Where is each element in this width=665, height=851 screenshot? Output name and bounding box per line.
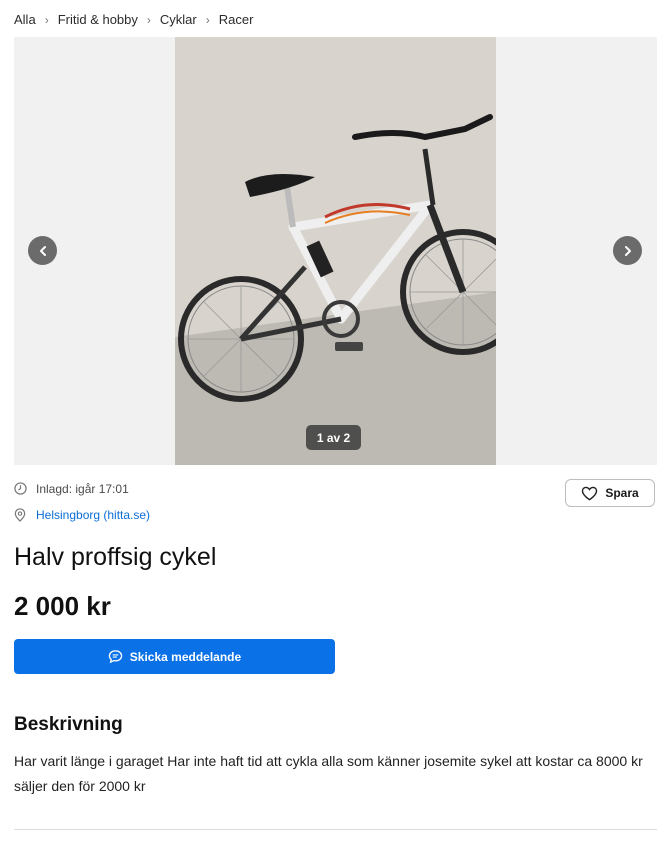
divider [14, 829, 657, 830]
chevron-right-icon [624, 245, 631, 256]
breadcrumb-item-alla[interactable]: Alla [14, 12, 36, 27]
description-heading: Beskrivning [14, 714, 123, 735]
location-link[interactable]: Helsingborg (hitta.se) [36, 508, 150, 522]
image-gallery: 1 av 2 [14, 37, 657, 465]
image-counter: 1 av 2 [306, 425, 361, 450]
location-info: Helsingborg (hitta.se) [14, 507, 150, 522]
breadcrumb-separator: › [44, 12, 49, 27]
save-button[interactable]: Spara [565, 479, 655, 507]
next-image-button[interactable] [613, 236, 642, 265]
location-pin-icon [14, 507, 29, 522]
listing-price: 2 000 kr [14, 591, 111, 621]
chat-bubble-icon [108, 650, 123, 664]
listing-photo[interactable] [175, 37, 496, 465]
listing-title: Halv proffsig cykel [14, 543, 217, 571]
heart-icon [582, 486, 598, 500]
breadcrumb-item-cyklar[interactable]: Cyklar [160, 12, 197, 27]
breadcrumb-item-racer[interactable]: Racer [219, 12, 254, 27]
description-text: Har varit länge i garaget Har inte haft … [14, 753, 643, 794]
breadcrumb-item-fritid-hobby[interactable]: Fritid & hobby [58, 12, 138, 27]
breadcrumb: Alla › Fritid & hobby › Cyklar › Racer [14, 12, 253, 27]
send-message-button[interactable]: Skicka meddelande [14, 639, 335, 674]
breadcrumb-separator: › [146, 12, 151, 27]
clock-icon [14, 481, 29, 496]
posted-date: Inlagd: igår 17:01 [36, 481, 129, 496]
chevron-left-icon [39, 245, 46, 256]
send-message-label: Skicka meddelande [129, 649, 242, 664]
save-button-label: Spara [605, 486, 639, 500]
posted-info: Inlagd: igår 17:01 [14, 481, 129, 496]
breadcrumb-separator: › [205, 12, 210, 27]
previous-image-button[interactable] [28, 236, 57, 265]
